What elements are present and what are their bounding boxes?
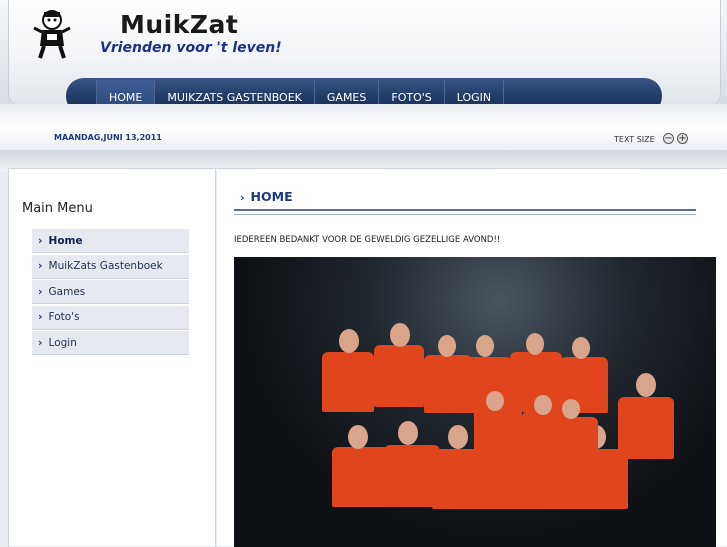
menu-item-login[interactable]: › Login	[32, 331, 189, 356]
site-slogan: Vrienden voor 't leven!	[100, 40, 282, 56]
main-menu-title: Main Menu	[22, 201, 93, 216]
chevron-right-icon: ›	[38, 335, 43, 349]
plus-circle-icon[interactable]: +	[677, 133, 688, 144]
menu-item-label: Games	[48, 285, 86, 298]
person-shape	[572, 337, 590, 359]
menu-item-fotos[interactable]: › Foto's	[32, 305, 189, 330]
person-shape	[322, 352, 374, 412]
person-shape	[398, 421, 418, 445]
date-label: MAANDAG,JUNI 13,2011	[54, 133, 162, 142]
text-size-label: TEXT SIZE	[614, 135, 655, 144]
site-title[interactable]: MuikZat	[120, 10, 238, 39]
menu-item-label: Login	[48, 336, 77, 349]
person-shape	[332, 447, 390, 507]
person-shape	[348, 425, 368, 449]
chevron-right-icon: ›	[38, 284, 43, 298]
person-shape	[636, 373, 656, 397]
menu-item-home[interactable]: › Home	[32, 229, 189, 253]
menu-item-gastenboek[interactable]: › MuikZats Gastenboek	[32, 254, 189, 279]
menu-item-label: Home	[48, 234, 83, 247]
group-photo	[234, 257, 716, 547]
page-heading-text: HOME	[250, 189, 293, 204]
chevron-right-icon: ›	[38, 233, 43, 247]
subbar	[0, 104, 727, 154]
person-shape	[374, 345, 424, 407]
person-shape	[432, 449, 488, 509]
menu-item-label: MuikZats Gastenboek	[48, 260, 163, 273]
person-shape	[438, 335, 456, 357]
person-shape	[474, 407, 522, 451]
person-shape	[448, 425, 468, 449]
person-shape	[554, 417, 598, 453]
person-shape	[562, 399, 580, 419]
main-menu: › Home › MuikZats Gastenboek › Games › F…	[32, 229, 189, 357]
sidebar	[8, 168, 216, 546]
person-shape	[339, 329, 359, 353]
heading-rule	[234, 209, 696, 215]
person-shape	[390, 323, 410, 347]
mascot-logo[interactable]	[30, 8, 74, 60]
chevron-right-icon: ›	[38, 310, 43, 324]
person-shape	[476, 335, 494, 357]
chevron-right-icon: ›	[240, 191, 245, 204]
person-shape	[618, 397, 674, 459]
chevron-right-icon: ›	[38, 259, 43, 273]
menu-item-games[interactable]: › Games	[32, 280, 189, 305]
article-text: IEDEREEN BEDANKT VOOR DE GEWELDIG GEZELL…	[234, 235, 501, 245]
person-shape	[486, 391, 504, 411]
menu-item-label: Foto's	[48, 311, 80, 324]
person-shape	[534, 395, 552, 415]
person-shape	[574, 449, 628, 509]
page-heading: › HOME	[240, 189, 293, 204]
minus-circle-icon[interactable]: −	[663, 133, 674, 144]
person-shape	[526, 333, 544, 355]
